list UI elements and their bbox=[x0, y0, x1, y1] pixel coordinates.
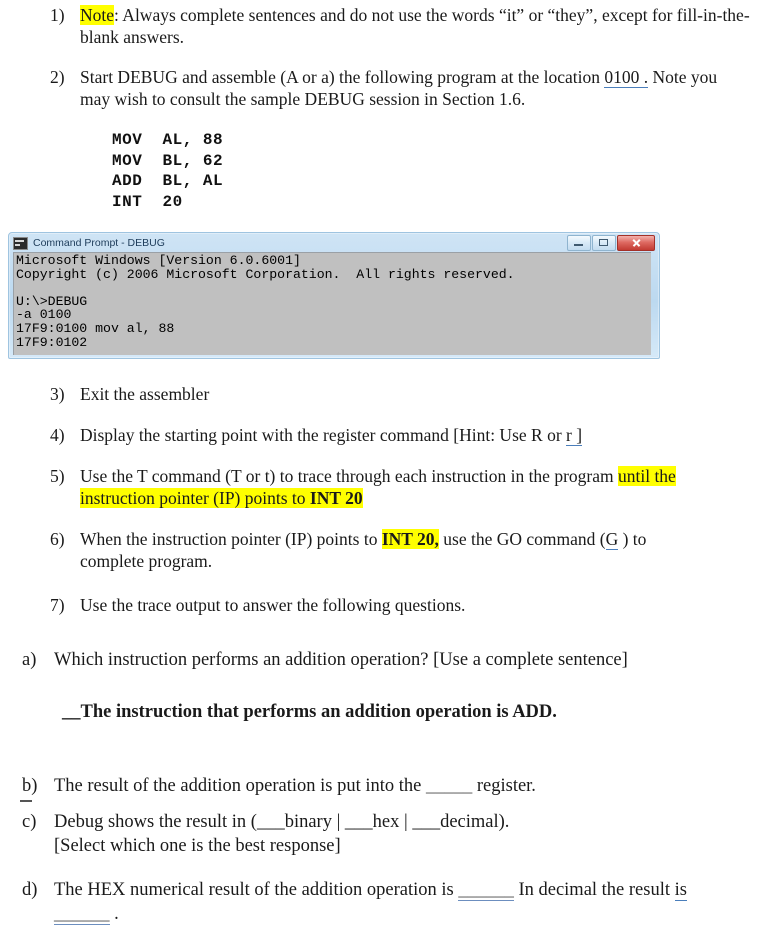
list-item-2: 2) Start DEBUG and assemble (A or a) the… bbox=[50, 66, 750, 110]
list-item-6-part-a: When the instruction pointer (IP) points… bbox=[80, 529, 382, 549]
question-d: d) The HEX numerical result of the addit… bbox=[22, 878, 764, 926]
command-prompt-window[interactable]: Command Prompt - DEBUG Microsoft Windows… bbox=[8, 232, 660, 359]
list-marker-3: 3) bbox=[50, 384, 65, 404]
highlight-note: Note bbox=[80, 5, 115, 25]
list-marker-7: 7) bbox=[50, 595, 65, 615]
answer-a: __The instruction that performs an addit… bbox=[62, 702, 557, 722]
command-prompt-titlebar[interactable]: Command Prompt - DEBUG bbox=[9, 233, 659, 252]
blank-register[interactable]: _____ bbox=[426, 776, 472, 796]
question-b: b) The result of the addition operation … bbox=[22, 774, 762, 798]
list-item-1-text: Note: Always complete sentences and do n… bbox=[80, 4, 750, 48]
question-a: a) Which instruction performs an additio… bbox=[22, 648, 762, 672]
question-b-part-b: register. bbox=[472, 776, 536, 796]
question-d-line2-end: . bbox=[109, 904, 119, 924]
list-item-7: 7) Use the trace output to answer the fo… bbox=[50, 594, 750, 616]
list-marker-6: 6) bbox=[50, 529, 65, 549]
close-icon[interactable] bbox=[617, 235, 655, 251]
question-c-text: Debug shows the result in (___binary | _… bbox=[54, 810, 509, 858]
question-d-part-a: The HEX numerical result of the addition… bbox=[54, 880, 459, 900]
list-item-5-part-a: Use the T command (T or t) to trace thro… bbox=[80, 466, 618, 486]
question-b-text: The result of the addition operation is … bbox=[54, 774, 536, 798]
list-item-1-rest: : Always complete sentences and do not u… bbox=[80, 5, 750, 47]
question-d-part-b: In decimal the result bbox=[513, 880, 675, 900]
question-marker-d: d) bbox=[22, 880, 38, 900]
question-b-part-a: The result of the addition operation is … bbox=[54, 776, 426, 796]
field-go-command[interactable]: G bbox=[605, 529, 619, 550]
list-item-2-part-a: Start DEBUG and assemble (A or a) the fo… bbox=[80, 67, 605, 87]
list-item-5: 5) Use the T command (T or t) to trace t… bbox=[50, 465, 756, 509]
list-item-7-text: Use the trace output to answer the follo… bbox=[80, 595, 466, 615]
minimize-icon[interactable] bbox=[567, 235, 591, 251]
highlight-until-the: until the bbox=[617, 466, 676, 486]
list-item-3: 3) Exit the assembler bbox=[50, 383, 750, 405]
list-marker-2: 2) bbox=[50, 67, 65, 87]
question-c-line1: Debug shows the result in (___binary | _… bbox=[54, 812, 510, 832]
maximize-icon[interactable] bbox=[592, 235, 616, 251]
list-item-4: 4) Display the starting point with the r… bbox=[50, 424, 750, 446]
question-c: c) Debug shows the result in (___binary … bbox=[22, 810, 762, 858]
list-item-6: 6) When the instruction pointer (IP) poi… bbox=[50, 528, 756, 572]
list-item-4-text: Display the starting point with the regi… bbox=[80, 424, 583, 446]
list-item-3-text: Exit the assembler bbox=[80, 384, 210, 404]
list-item-6-part-b: use the GO command ( bbox=[438, 529, 606, 549]
console-icon bbox=[13, 236, 28, 250]
field-decimal-is[interactable]: is bbox=[674, 880, 687, 901]
list-marker-5: 5) bbox=[50, 466, 65, 486]
list-item-6-part-c: ) to bbox=[618, 529, 647, 549]
list-item-2-part-b: Note bbox=[648, 67, 687, 87]
assembly-code-block: MOV AL, 88 MOV BL, 62 ADD BL, AL INT 20 bbox=[112, 131, 224, 211]
list-item-6-line2: complete program. bbox=[80, 551, 213, 571]
question-marker-a: a) bbox=[22, 650, 37, 670]
blank-decimal-result[interactable]: ______ bbox=[54, 904, 110, 925]
question-marker-b: b) bbox=[22, 776, 38, 796]
blank-hex-result[interactable]: ______ bbox=[458, 880, 514, 901]
list-item-5-text: Use the T command (T or t) to trace thro… bbox=[80, 465, 676, 509]
command-prompt-title: Command Prompt - DEBUG bbox=[33, 237, 165, 249]
command-prompt-client-area[interactable]: Microsoft Windows [Version 6.0.6001] Cop… bbox=[13, 252, 651, 355]
highlight-ip-points-to: instruction pointer (IP) points to bbox=[80, 488, 310, 508]
question-marker-c: c) bbox=[22, 812, 37, 832]
list-marker-4: 4) bbox=[50, 425, 65, 445]
highlight-int-20: INT 20 bbox=[309, 488, 363, 508]
field-location-0100[interactable]: 0100 . bbox=[604, 67, 649, 88]
list-item-6-text: When the instruction pointer (IP) points… bbox=[80, 528, 646, 572]
question-d-text: The HEX numerical result of the addition… bbox=[54, 878, 687, 926]
list-item-1: 1) Note: Always complete sentences and d… bbox=[50, 4, 750, 48]
list-marker-1: 1) bbox=[50, 5, 65, 25]
document-page: 1) Note: Always complete sentences and d… bbox=[0, 0, 768, 931]
question-a-text: Which instruction performs an addition o… bbox=[54, 650, 628, 670]
highlight-int-20-b: INT 20, bbox=[381, 529, 439, 549]
stray-dash-artifact bbox=[20, 800, 32, 802]
window-controls bbox=[567, 235, 655, 251]
list-item-4-part-a: Display the starting point with the regi… bbox=[80, 425, 567, 445]
console-output-text: Microsoft Windows [Version 6.0.6001] Cop… bbox=[16, 253, 515, 350]
question-c-line2: [Select which one is the best response] bbox=[54, 836, 341, 856]
list-item-2-text: Start DEBUG and assemble (A or a) the fo… bbox=[80, 66, 750, 110]
field-register-command[interactable]: r ] bbox=[566, 425, 583, 446]
